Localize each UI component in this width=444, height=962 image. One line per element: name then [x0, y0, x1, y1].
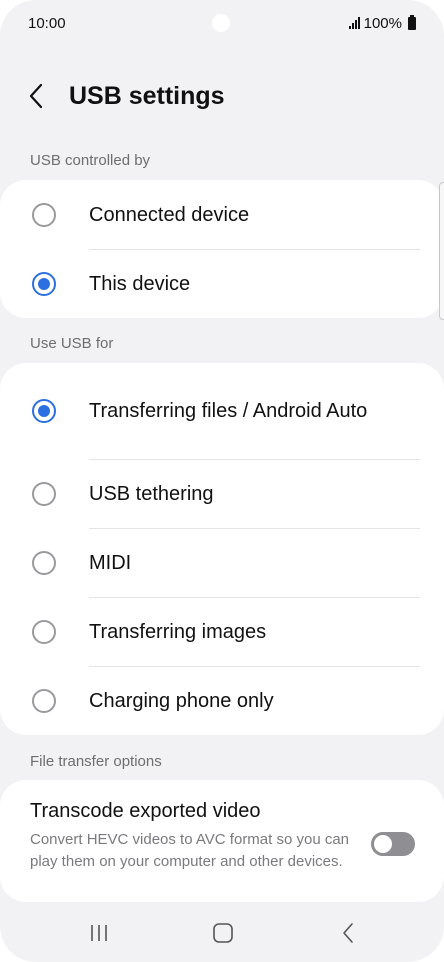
switch-knob [374, 835, 392, 853]
status-time: 10:00 [28, 14, 66, 32]
radio-unchecked-icon [32, 619, 56, 644]
section-label-file-transfer-options: File transfer options [30, 753, 162, 770]
section-label-use-usb-for: Use USB for [30, 335, 114, 352]
page-title: USB settings [69, 81, 225, 110]
home-button[interactable] [210, 918, 236, 948]
radio-option-connected-device[interactable]: Connected device [0, 180, 444, 249]
phone-screen: 10:00 100% USB settings USB controlled b… [0, 0, 444, 962]
setting-description: Convert HEVC videos to AVC format so you… [30, 831, 350, 870]
setting-title: Transcode exported video [30, 800, 261, 822]
back-nav-button[interactable] [336, 918, 360, 948]
transcode-toggle-switch[interactable] [371, 832, 415, 856]
battery-icon [408, 14, 416, 30]
radio-unchecked-icon [32, 202, 56, 227]
radio-checked-icon [32, 399, 56, 423]
app-bar: USB settings [0, 70, 444, 122]
signal-icon [348, 17, 360, 29]
option-label: USB tethering [89, 482, 214, 505]
status-icons: 100% [348, 14, 416, 32]
radio-unchecked-icon [32, 481, 56, 506]
back-icon [343, 923, 353, 943]
back-button[interactable] [28, 81, 50, 111]
section-label-usb-controlled-by: USB controlled by [30, 152, 151, 169]
radio-unchecked-icon [32, 688, 56, 713]
radio-option-usb-tethering[interactable]: USB tethering [0, 459, 444, 528]
file-transfer-options-card: Transcode exported video Convert HEVC vi… [0, 780, 444, 902]
camera-cutout [212, 14, 230, 32]
option-label: Transferring images [89, 620, 267, 643]
chevron-left-icon [29, 83, 43, 109]
navigation-bar [0, 902, 444, 962]
option-label: MIDI [89, 551, 132, 574]
radio-option-this-device[interactable]: This device [0, 249, 444, 318]
recents-button[interactable] [86, 918, 112, 948]
radio-option-transferring-images[interactable]: Transferring images [0, 597, 444, 666]
option-label: Transferring files / Android Auto [89, 400, 368, 422]
radio-checked-icon [32, 271, 56, 296]
radio-option-charging-phone-only[interactable]: Charging phone only [0, 666, 444, 735]
option-label: Charging phone only [89, 689, 274, 712]
use-usb-for-card: Transferring files / Android Auto USB te… [0, 363, 444, 735]
option-label: This device [89, 272, 191, 295]
transcode-video-setting[interactable]: Transcode exported video Convert HEVC vi… [0, 780, 444, 902]
option-label: Connected device [89, 203, 250, 226]
radio-option-midi[interactable]: MIDI [0, 528, 444, 597]
radio-unchecked-icon [32, 550, 56, 575]
usb-controlled-by-card: Connected device This device [0, 180, 444, 318]
radio-option-transferring-files[interactable]: Transferring files / Android Auto [0, 363, 444, 459]
battery-level: 100% [363, 14, 402, 32]
scrollbar[interactable] [439, 182, 444, 320]
recents-icon [91, 925, 107, 941]
home-icon [213, 923, 233, 943]
